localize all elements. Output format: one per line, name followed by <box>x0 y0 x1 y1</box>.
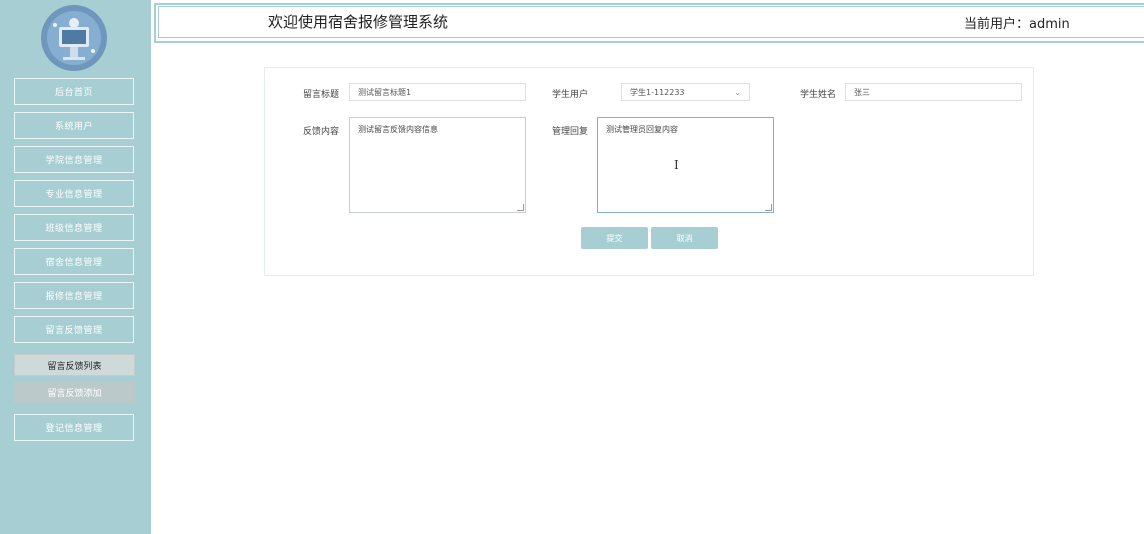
sidebar-item-label: 登记信息管理 <box>45 424 103 434</box>
sidebar-item-label: 班级信息管理 <box>45 224 103 234</box>
sidebar-item-dorm[interactable]: 宿舍信息管理 <box>14 248 134 275</box>
student-name-label: 学生姓名 <box>800 90 837 100</box>
student-user-select-value: 学生1-112233 <box>630 87 685 97</box>
title-label: 留言标题 <box>303 90 340 100</box>
resize-handle-icon[interactable] <box>765 204 772 211</box>
sidebar-item-label: 留言反馈管理 <box>45 326 103 336</box>
reply-textarea-value: 测试管理员回复内容 <box>606 125 678 134</box>
submit-button[interactable]: 提交 <box>581 227 648 249</box>
student-user-select[interactable]: 学生1-112233 ⌄ <box>621 83 750 101</box>
chevron-down-icon: ⌄ <box>734 88 741 97</box>
feedback-label: 反馈内容 <box>303 127 340 137</box>
sidebar-item-registration[interactable]: 登记信息管理 <box>14 414 134 441</box>
sidebar-item-feedback[interactable]: 留言反馈管理 <box>14 316 134 343</box>
student-user-label: 学生用户 <box>552 90 589 100</box>
sidebar-item-label: 学院信息管理 <box>45 156 103 166</box>
sidebar-item-class[interactable]: 班级信息管理 <box>14 214 134 241</box>
resize-handle-icon[interactable] <box>517 204 524 211</box>
sidebar-subitem-label: 留言反馈列表 <box>47 361 102 372</box>
sidebar-subitem-label: 留言反馈添加 <box>47 388 102 399</box>
current-user: 当前用户：admin <box>964 17 1070 32</box>
sidebar-item-label: 专业信息管理 <box>45 190 103 200</box>
sidebar-subitem-feedback-add[interactable]: 留言反馈添加 <box>14 381 135 403</box>
feedback-textarea[interactable]: 测试留言反馈内容信息 <box>349 117 526 213</box>
sidebar: 后台首页 系统用户 学院信息管理 专业信息管理 班级信息管理 宿舍信息管理 报修… <box>0 0 151 534</box>
submit-button-label: 提交 <box>606 233 623 243</box>
title-input-value: 测试留言标题1 <box>358 87 412 97</box>
cancel-button-label: 取消 <box>676 233 693 243</box>
sidebar-item-repair[interactable]: 报修信息管理 <box>14 282 134 309</box>
student-name-input[interactable]: 张三 <box>845 83 1022 101</box>
sidebar-item-label: 系统用户 <box>54 122 93 132</box>
reply-label: 管理回复 <box>552 127 589 137</box>
sidebar-subitem-feedback-list[interactable]: 留言反馈列表 <box>14 354 135 376</box>
cancel-button[interactable]: 取消 <box>651 227 718 249</box>
sidebar-item-label: 报修信息管理 <box>45 292 103 302</box>
student-name-input-value: 张三 <box>854 87 870 97</box>
robot-avatar-icon <box>41 5 107 71</box>
page-title: 欢迎使用宿舍报修管理系统 <box>268 13 449 31</box>
sidebar-item-system-users[interactable]: 系统用户 <box>14 112 134 139</box>
sidebar-item-label: 宿舍信息管理 <box>45 258 103 268</box>
sidebar-item-home[interactable]: 后台首页 <box>14 78 134 105</box>
sidebar-item-college[interactable]: 学院信息管理 <box>14 146 134 173</box>
title-input[interactable]: 测试留言标题1 <box>349 83 526 101</box>
reply-textarea[interactable]: 测试管理员回复内容 <box>597 117 774 213</box>
avatar <box>41 5 107 71</box>
text-cursor-icon: I <box>674 158 679 172</box>
feedback-textarea-value: 测试留言反馈内容信息 <box>358 125 438 134</box>
sidebar-item-label: 后台首页 <box>54 88 93 98</box>
sidebar-item-major[interactable]: 专业信息管理 <box>14 180 134 207</box>
